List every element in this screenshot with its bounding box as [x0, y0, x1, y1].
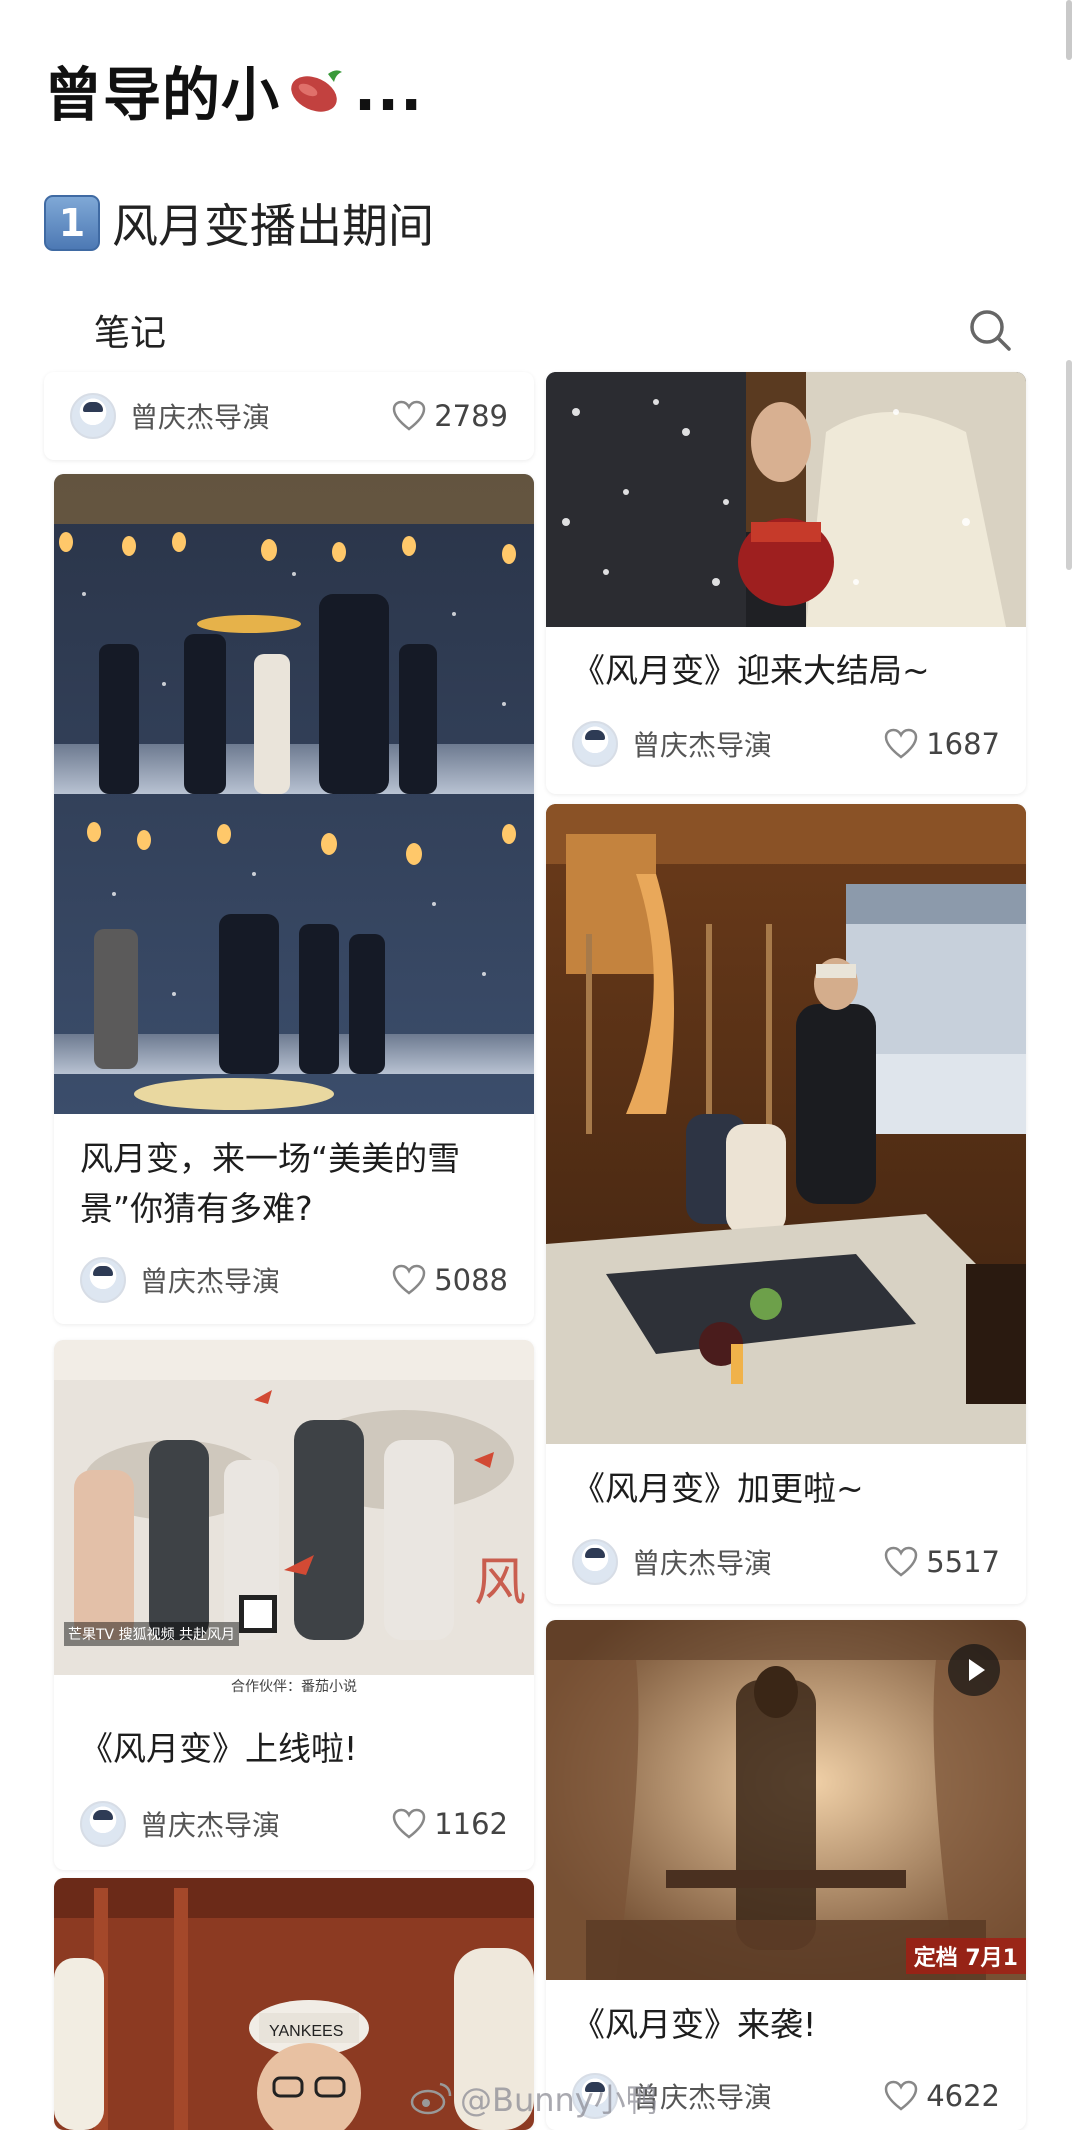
note-meta: 曾庆杰导演 5088 [80, 1256, 508, 1304]
note-card[interactable]: 《风月变》加更啦~ 曾庆杰导演 5517 [546, 804, 1026, 1604]
note-title[interactable]: 《风月变》加更啦~ [572, 1464, 1000, 1514]
author-name[interactable]: 曾庆杰导演 [632, 1542, 884, 1582]
note-title[interactable]: 《风月变》迎来大结局~ [572, 646, 1000, 696]
tabs-bar: 笔记 [44, 290, 1034, 370]
avatar[interactable] [80, 1801, 126, 1847]
profile-title-text: 曾导的小 [44, 61, 281, 129]
author-name[interactable]: 曾庆杰导演 [632, 2076, 884, 2116]
like-count: 1687 [926, 727, 1000, 761]
author-name[interactable]: 曾庆杰导演 [140, 1260, 392, 1300]
like-count: 5517 [926, 1545, 1000, 1579]
page-title: 曾导的小 ... [44, 48, 423, 132]
svg-text:风: 风 [474, 1555, 526, 1612]
heart-icon[interactable] [392, 1264, 426, 1296]
note-card[interactable]: 《风月变》迎来大结局~ 曾庆杰导演 1687 [546, 372, 1026, 794]
scroll-indicator-top[interactable] [1066, 0, 1072, 60]
number-badge: 1 [44, 195, 100, 251]
heart-icon[interactable] [392, 400, 426, 432]
author-name[interactable]: 曾庆杰导演 [632, 724, 884, 764]
svg-text:YANKEES: YANKEES [269, 2023, 343, 2040]
heart-icon[interactable] [392, 1808, 426, 1840]
release-date-badge: 定档 7月1 [905, 1938, 1026, 1974]
note-meta: 曾庆杰导演 1687 [572, 720, 1000, 768]
note-card[interactable]: 曾庆杰导演 2789 [44, 372, 534, 460]
like-count: 4622 [926, 2079, 1000, 2113]
note-meta: 曾庆杰导演 2789 [70, 392, 508, 440]
note-card[interactable]: 定档 7月1 《风月变》来袭! 曾庆杰导演 4622 [546, 1620, 1026, 2130]
note-meta: 曾庆杰导演 1162 [80, 1800, 508, 1848]
author-name[interactable]: 曾庆杰导演 [140, 1804, 392, 1844]
watermark-text: @Bunny小鸭 [460, 2081, 658, 2119]
like-count: 5088 [434, 1263, 508, 1297]
title-ellipsis: ... [354, 56, 424, 124]
note-cover-image [546, 804, 1026, 1444]
note-title[interactable]: 《风月变》来袭! [572, 2000, 1000, 2050]
note-cover-image [54, 474, 534, 1114]
note-card[interactable]: 风月变，来一场“美美的雪景”你猜有多难? 曾庆杰导演 5088 [54, 474, 534, 1324]
like-count: 2789 [434, 399, 508, 433]
like-count: 1162 [434, 1807, 508, 1841]
note-cover-image: 风 [54, 1340, 534, 1700]
weibo-icon [410, 2082, 452, 2115]
scrollbar[interactable] [1066, 360, 1072, 570]
heart-icon[interactable] [884, 2080, 918, 2112]
avatar[interactable] [80, 1257, 126, 1303]
avatar[interactable] [572, 721, 618, 767]
play-icon[interactable] [948, 1644, 1000, 1696]
avatar[interactable] [572, 1539, 618, 1585]
heart-icon[interactable] [884, 728, 918, 760]
watermark: @Bunny小鸭 [410, 2075, 658, 2121]
note-card[interactable]: 风 芒果TV 搜狐视频 共赴风月 合作伙伴：番茄小说 《风月变》上线啦! 曾庆杰… [54, 1340, 534, 1870]
search-icon[interactable] [966, 306, 1014, 354]
sweet-potato-icon [291, 70, 343, 112]
heart-icon[interactable] [884, 1546, 918, 1578]
collection-title: 风月变播出期间 [112, 199, 434, 253]
avatar[interactable] [70, 393, 116, 439]
poster-caption: 芒果TV 搜狐视频 共赴风月 [64, 1622, 240, 1646]
collection-header[interactable]: 1 风月变播出期间 [44, 190, 434, 256]
tab-notes[interactable]: 笔记 [94, 304, 166, 356]
author-name[interactable]: 曾庆杰导演 [130, 396, 392, 436]
note-meta: 曾庆杰导演 5517 [572, 1538, 1000, 1586]
poster-footer: 合作伙伴：番茄小说 [231, 1679, 357, 1695]
note-cover-image [546, 372, 1026, 627]
note-title[interactable]: 风月变，来一场“美美的雪景”你猜有多难? [80, 1134, 508, 1233]
note-title[interactable]: 《风月变》上线啦! [80, 1724, 508, 1774]
